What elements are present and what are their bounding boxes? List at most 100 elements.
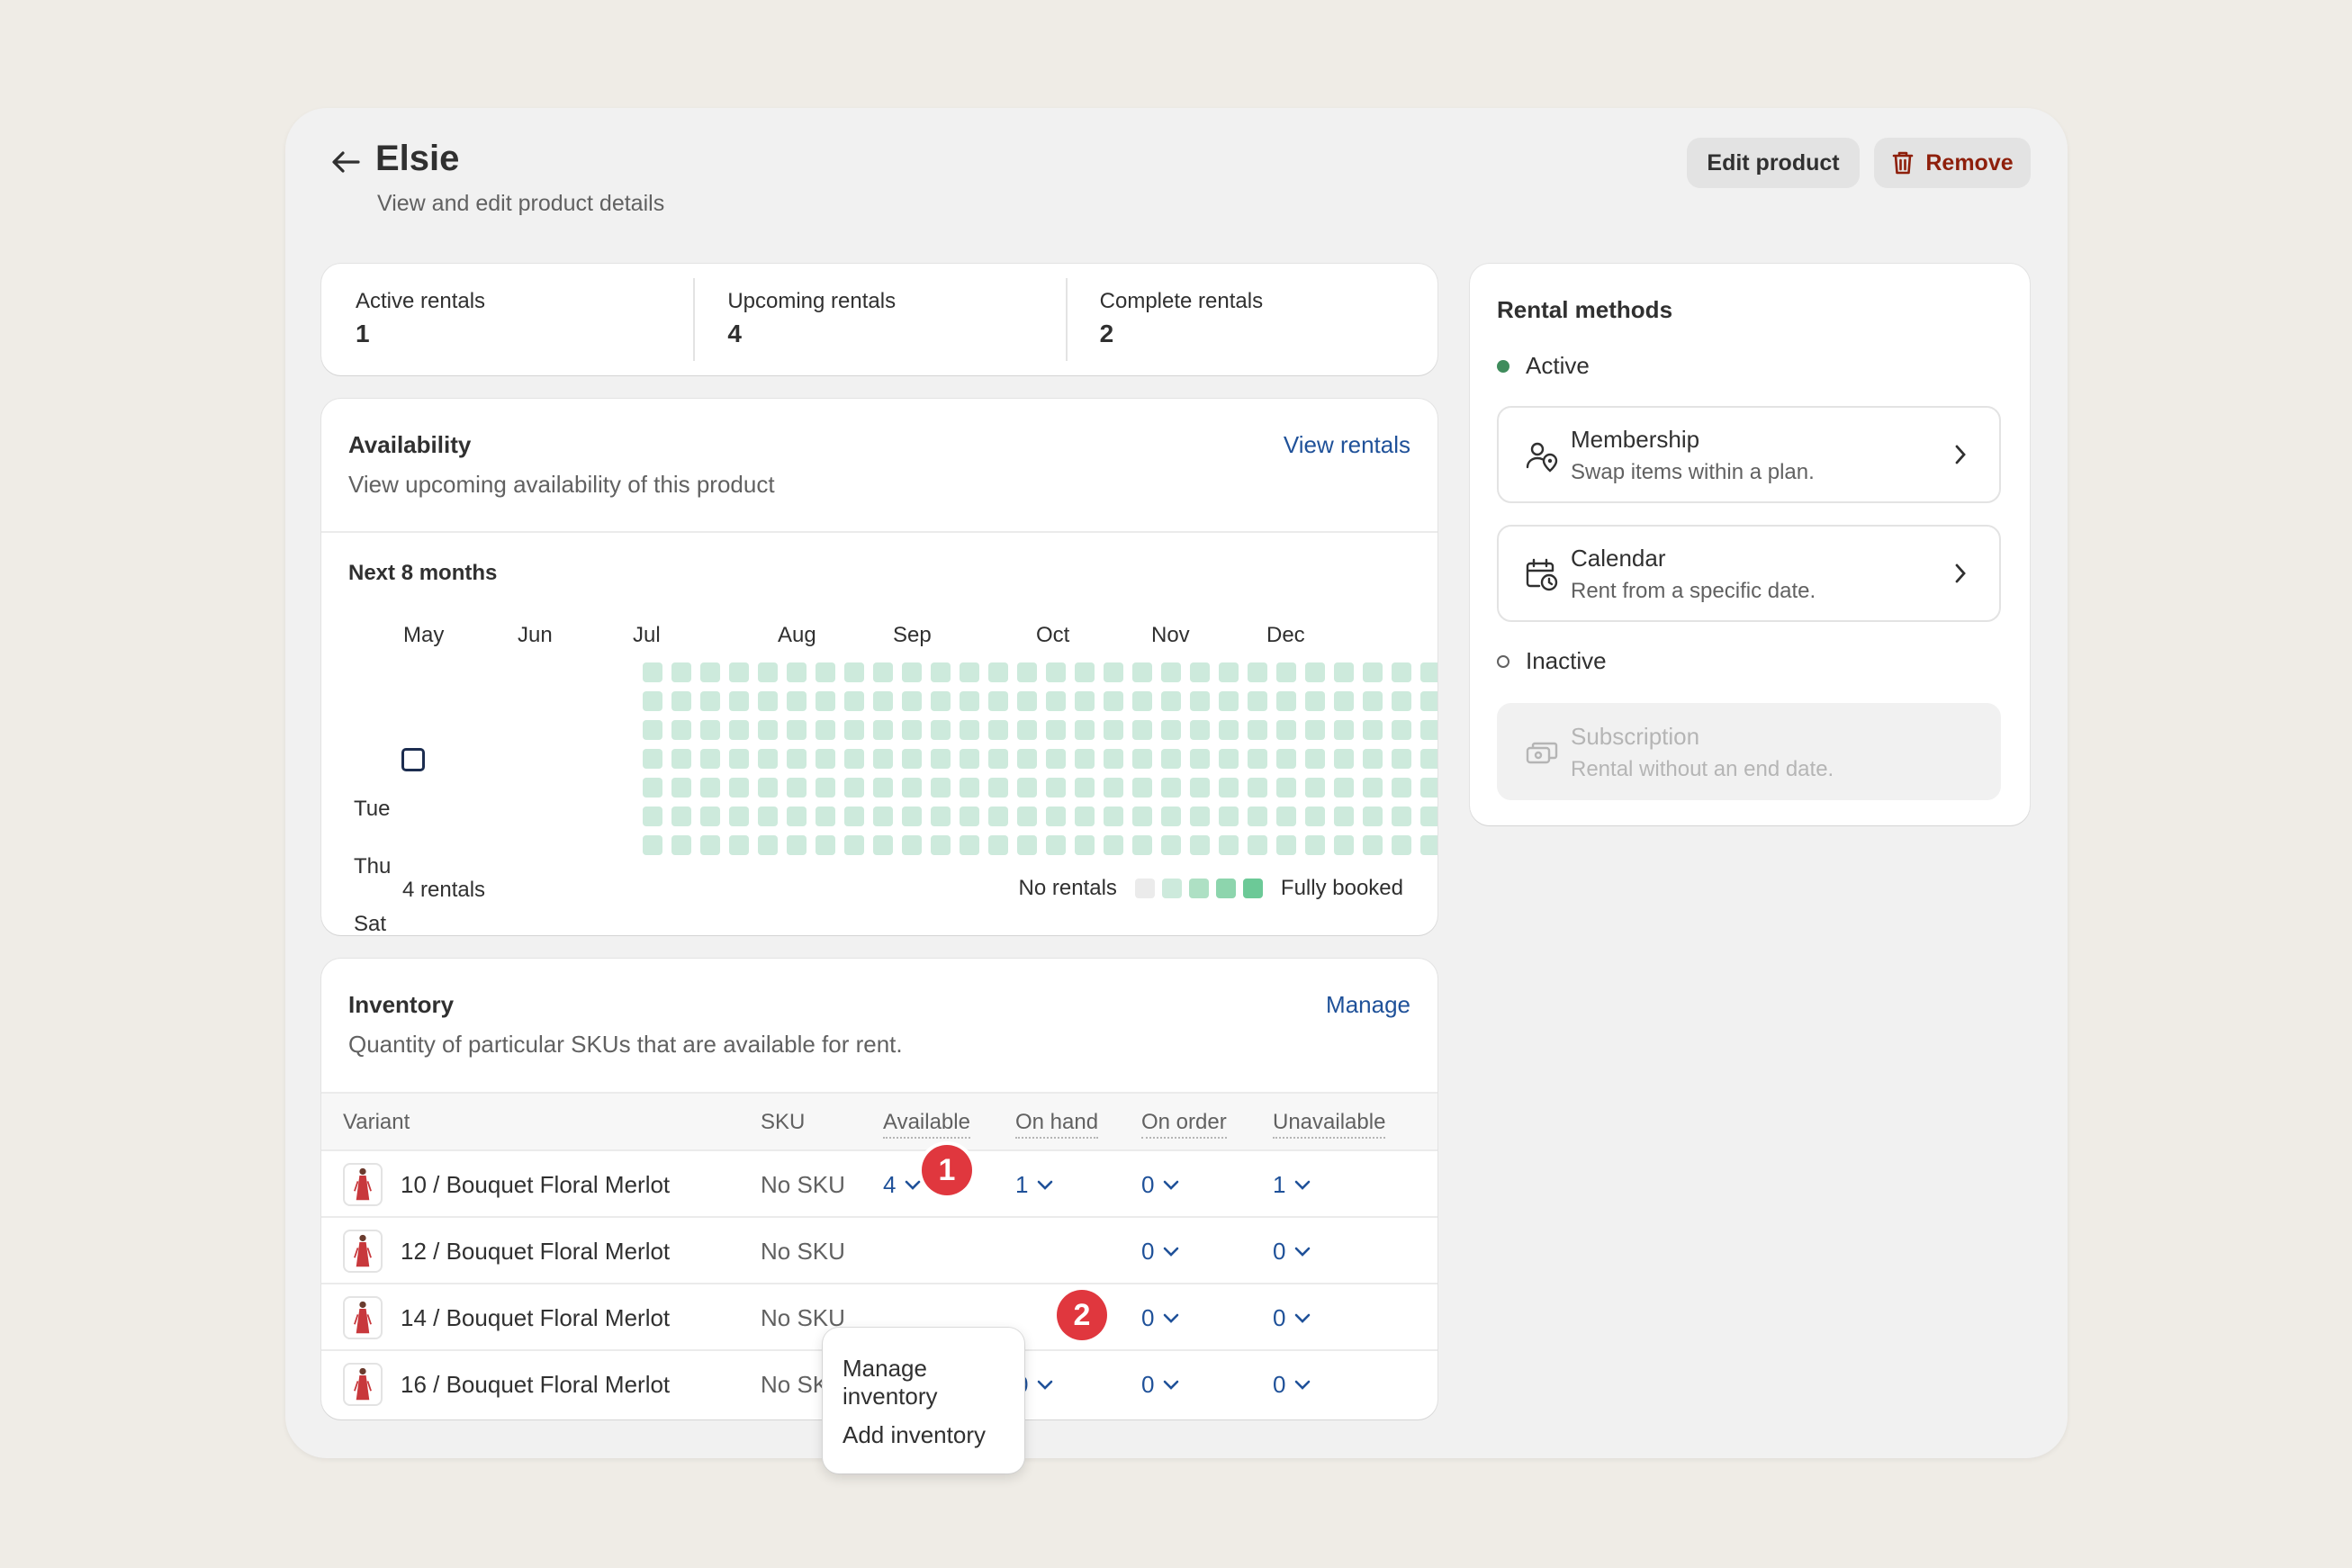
- on-order-dropdown[interactable]: 0: [1141, 1238, 1179, 1266]
- heatmap-cell[interactable]: [671, 691, 691, 711]
- heatmap-cell[interactable]: [1017, 720, 1037, 740]
- heatmap-cell[interactable]: [1132, 749, 1152, 769]
- heatmap-cell[interactable]: [1046, 720, 1066, 740]
- heatmap-cell[interactable]: [931, 778, 951, 798]
- heatmap-cell[interactable]: [1104, 835, 1123, 855]
- heatmap-cell[interactable]: [816, 778, 835, 798]
- heatmap-cell[interactable]: [988, 662, 1008, 682]
- heatmap-cell[interactable]: [1305, 835, 1325, 855]
- heatmap-cell[interactable]: [787, 720, 807, 740]
- heatmap-cell[interactable]: [1219, 807, 1239, 826]
- heatmap-cell[interactable]: [1276, 662, 1296, 682]
- heatmap-cell[interactable]: [1276, 835, 1296, 855]
- heatmap-cell[interactable]: [1276, 720, 1296, 740]
- heatmap-cell[interactable]: [787, 662, 807, 682]
- heatmap-cell[interactable]: [902, 778, 922, 798]
- heatmap-cell[interactable]: [1219, 720, 1239, 740]
- available-dropdown[interactable]: 4: [883, 1171, 921, 1199]
- heatmap-cell[interactable]: [873, 778, 893, 798]
- heatmap-cell[interactable]: [960, 807, 979, 826]
- heatmap-cell[interactable]: [729, 807, 749, 826]
- heatmap-cell[interactable]: [1219, 778, 1239, 798]
- heatmap-cell[interactable]: [988, 835, 1008, 855]
- heatmap-cell[interactable]: [1161, 807, 1181, 826]
- heatmap-cell[interactable]: [902, 720, 922, 740]
- heatmap-cell[interactable]: [1392, 778, 1411, 798]
- remove-button[interactable]: Remove: [1874, 138, 2031, 188]
- heatmap-cell[interactable]: [700, 720, 720, 740]
- heatmap-cell[interactable]: [1363, 807, 1383, 826]
- heatmap-cell[interactable]: [960, 720, 979, 740]
- heatmap-cell[interactable]: [1046, 807, 1066, 826]
- back-arrow-icon[interactable]: [326, 144, 365, 180]
- heatmap-cell[interactable]: [643, 662, 662, 682]
- heatmap-cell[interactable]: [1017, 691, 1037, 711]
- heatmap-cell[interactable]: [671, 720, 691, 740]
- heatmap-cell[interactable]: [1420, 749, 1437, 769]
- heatmap-cell[interactable]: [729, 691, 749, 711]
- heatmap-cell[interactable]: [1420, 662, 1437, 682]
- heatmap-cell[interactable]: [1305, 720, 1325, 740]
- heatmap-cell[interactable]: [931, 749, 951, 769]
- heatmap-cell[interactable]: [729, 778, 749, 798]
- manage-link[interactable]: Manage: [1326, 991, 1410, 1019]
- heatmap-cell[interactable]: [758, 749, 778, 769]
- heatmap-cell[interactable]: [1334, 720, 1354, 740]
- heatmap-cell[interactable]: [1334, 662, 1354, 682]
- heatmap-cell[interactable]: [671, 662, 691, 682]
- heatmap-cell[interactable]: [988, 807, 1008, 826]
- heatmap-cell[interactable]: [960, 662, 979, 682]
- heatmap-cell[interactable]: [1190, 662, 1210, 682]
- heatmap-cell[interactable]: [643, 691, 662, 711]
- heatmap-cell[interactable]: [758, 778, 778, 798]
- heatmap-cell[interactable]: [729, 662, 749, 682]
- heatmap-cell[interactable]: [671, 807, 691, 826]
- heatmap-cell[interactable]: [902, 807, 922, 826]
- heatmap-cell[interactable]: [844, 749, 864, 769]
- heatmap-cell[interactable]: [1305, 662, 1325, 682]
- heatmap-cell[interactable]: [960, 835, 979, 855]
- heatmap-cell[interactable]: [700, 835, 720, 855]
- heatmap-cell[interactable]: [1190, 835, 1210, 855]
- heatmap-cell[interactable]: [1104, 807, 1123, 826]
- heatmap-cell[interactable]: [1334, 691, 1354, 711]
- heatmap-cell[interactable]: [931, 691, 951, 711]
- heatmap-cell[interactable]: [787, 749, 807, 769]
- heatmap-cell[interactable]: [844, 778, 864, 798]
- heatmap-cell[interactable]: [1305, 778, 1325, 798]
- on-order-dropdown[interactable]: 0: [1141, 1171, 1179, 1199]
- heatmap-cell[interactable]: [1392, 807, 1411, 826]
- heatmap-cell[interactable]: [1420, 720, 1437, 740]
- heatmap-cell[interactable]: [1305, 749, 1325, 769]
- unavailable-dropdown[interactable]: 0: [1273, 1371, 1311, 1399]
- heatmap-cell[interactable]: [1363, 778, 1383, 798]
- heatmap-cell[interactable]: [1190, 778, 1210, 798]
- heatmap-cell[interactable]: [1420, 778, 1437, 798]
- heatmap-cell[interactable]: [816, 720, 835, 740]
- heatmap-cell[interactable]: [1420, 835, 1437, 855]
- heatmap-cell[interactable]: [1334, 778, 1354, 798]
- on-order-dropdown[interactable]: 0: [1141, 1371, 1179, 1399]
- heatmap-cell[interactable]: [671, 749, 691, 769]
- heatmap-cell[interactable]: [1104, 749, 1123, 769]
- heatmap-cell[interactable]: [1132, 807, 1152, 826]
- heatmap-cell[interactable]: [816, 807, 835, 826]
- heatmap-cell[interactable]: [1363, 662, 1383, 682]
- heatmap-cell[interactable]: [1161, 720, 1181, 740]
- unavailable-dropdown[interactable]: 0: [1273, 1238, 1311, 1266]
- heatmap-cell[interactable]: [1420, 807, 1437, 826]
- heatmap-cell[interactable]: [873, 835, 893, 855]
- menu-item-add-inventory[interactable]: Add inventory: [843, 1421, 986, 1449]
- heatmap-cell[interactable]: [873, 807, 893, 826]
- heatmap-cell[interactable]: [1075, 778, 1095, 798]
- heatmap-cell[interactable]: [1132, 720, 1152, 740]
- heatmap-cell[interactable]: [1420, 691, 1437, 711]
- heatmap-cell[interactable]: [1248, 807, 1267, 826]
- heatmap-cell[interactable]: [1219, 662, 1239, 682]
- heatmap-cell[interactable]: [1248, 749, 1267, 769]
- heatmap-cell[interactable]: [1017, 807, 1037, 826]
- heatmap-cell[interactable]: [960, 749, 979, 769]
- heatmap-cell[interactable]: [1392, 691, 1411, 711]
- heatmap-cell[interactable]: [1104, 691, 1123, 711]
- heatmap-cell[interactable]: [816, 691, 835, 711]
